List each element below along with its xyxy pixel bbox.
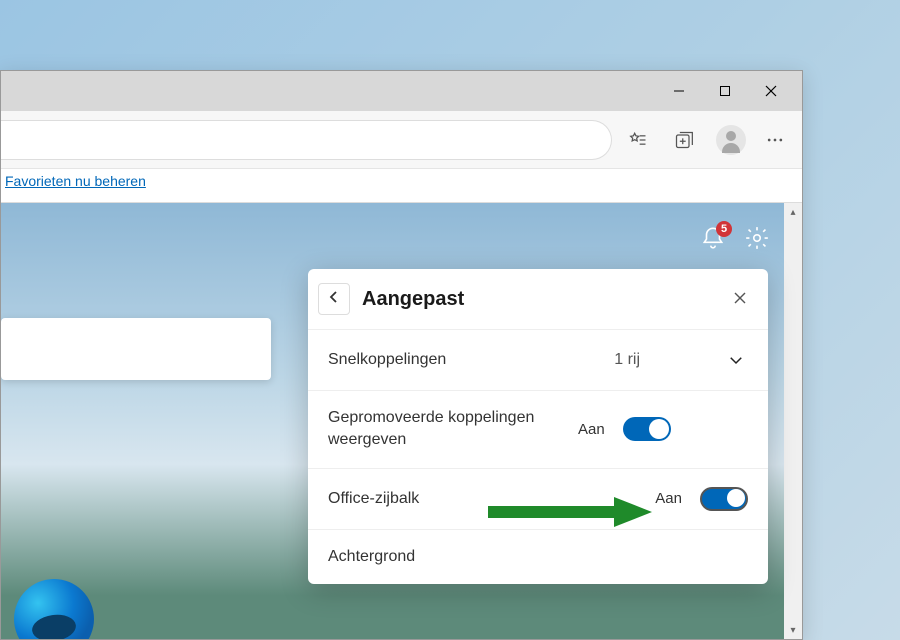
favorites-list-icon[interactable] xyxy=(618,120,658,160)
panel-back-button[interactable] xyxy=(318,283,350,315)
search-box[interactable] xyxy=(1,318,271,380)
chevron-down-icon xyxy=(724,348,748,372)
panel-header: Aangepast xyxy=(308,269,768,329)
close-icon xyxy=(734,291,746,307)
gear-icon xyxy=(744,238,770,255)
more-icon[interactable] xyxy=(758,120,792,160)
bell-icon xyxy=(700,238,726,255)
scroll-down-icon[interactable]: ▾ xyxy=(784,621,802,639)
manage-favorites-link[interactable]: Favorieten nu beheren xyxy=(5,173,146,189)
row-label: Gepromoveerde koppelingen weergeven xyxy=(328,407,568,452)
panel-close-button[interactable] xyxy=(728,287,752,311)
content-top-icons: 5 xyxy=(700,225,770,256)
collections-icon[interactable] xyxy=(664,120,704,160)
notifications-button[interactable]: 5 xyxy=(700,225,726,256)
vertical-scrollbar[interactable]: ▴ ▾ xyxy=(784,203,802,639)
browser-window: Favorieten nu beheren 5 xyxy=(0,70,803,640)
page-layout-panel: Aangepast Snelkoppelingen 1 rij Gepromov… xyxy=(308,269,768,584)
panel-title: Aangepast xyxy=(362,288,728,311)
row-office-sidebar: Office-zijbalk Aan xyxy=(308,468,768,529)
notifications-badge: 5 xyxy=(716,221,732,237)
toggle-promoted-links[interactable] xyxy=(623,417,671,441)
row-promoted-links: Gepromoveerde koppelingen weergeven Aan xyxy=(308,390,768,468)
toolbar-row xyxy=(1,111,802,169)
toggle-state: Aan xyxy=(578,421,605,438)
minimize-button[interactable] xyxy=(656,75,702,107)
toggle-office-sidebar[interactable] xyxy=(700,487,748,511)
row-value: 1 rij xyxy=(614,351,640,369)
close-window-button[interactable] xyxy=(748,75,794,107)
row-shortcuts[interactable]: Snelkoppelingen 1 rij xyxy=(308,329,768,390)
toggle-knob xyxy=(727,489,745,507)
titlebar xyxy=(1,71,802,111)
maximize-button[interactable] xyxy=(702,75,748,107)
toggle-knob xyxy=(649,419,669,439)
toggle-state: Aan xyxy=(655,490,682,507)
row-label: Achtergrond xyxy=(328,548,748,566)
edge-logo-icon xyxy=(14,579,94,639)
scroll-up-icon[interactable]: ▴ xyxy=(784,203,802,221)
favorites-bar: Favorieten nu beheren xyxy=(1,169,802,203)
chevron-left-icon xyxy=(328,290,340,309)
new-tab-content: 5 Aangepast xyxy=(1,203,802,639)
page-settings-button[interactable] xyxy=(744,225,770,256)
row-label: Office-zijbalk xyxy=(328,490,645,508)
profile-avatar[interactable] xyxy=(716,125,746,155)
address-bar[interactable] xyxy=(1,120,612,160)
row-label: Snelkoppelingen xyxy=(328,351,604,369)
row-background[interactable]: Achtergrond xyxy=(308,529,768,584)
